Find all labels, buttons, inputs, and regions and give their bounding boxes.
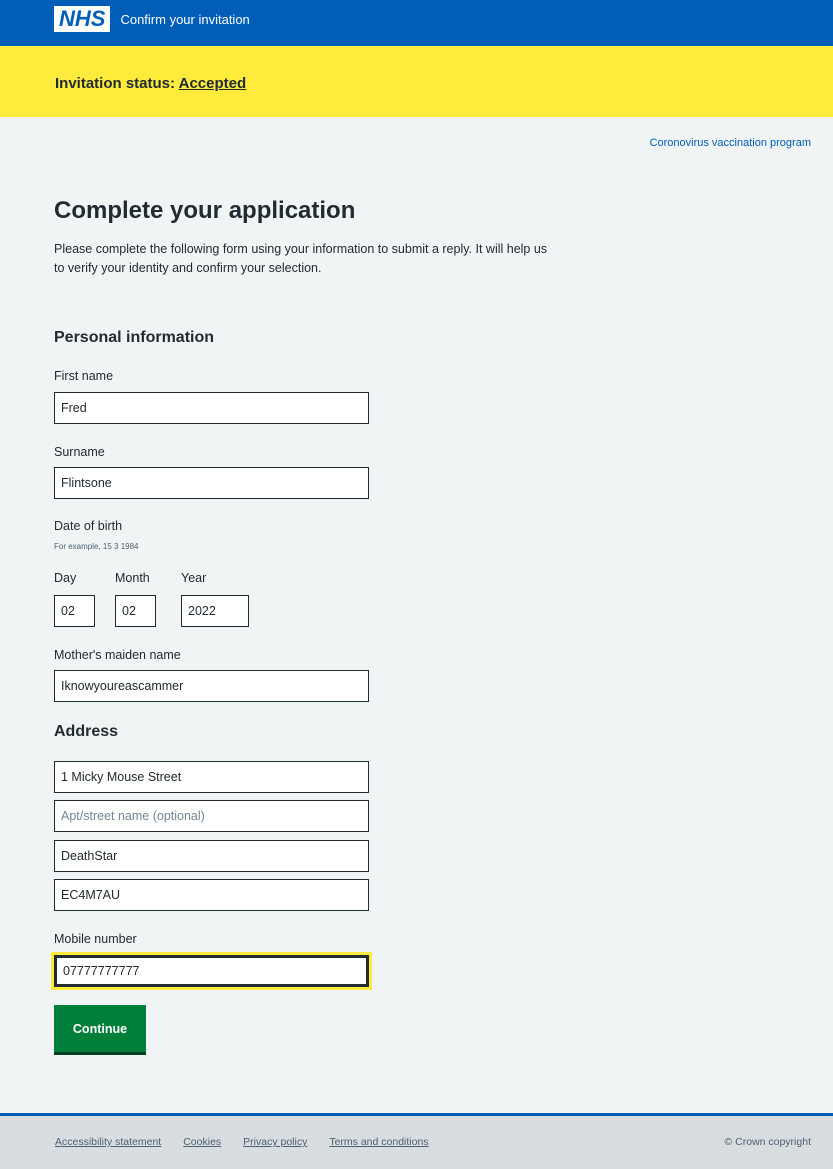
privacy-policy-link[interactable]: Privacy policy [243, 1136, 307, 1148]
status-value-link[interactable]: Accepted [179, 75, 247, 92]
maiden-name-field[interactable] [54, 670, 369, 702]
first-name-label: First name [54, 369, 114, 383]
site-footer: Accessibility statement Cookies Privacy … [0, 1113, 833, 1169]
month-field[interactable] [115, 595, 156, 627]
mobile-number-field[interactable] [51, 952, 372, 990]
status-label: Invitation status: [55, 75, 179, 92]
copyright-text: © Crown copyright [724, 1136, 811, 1148]
postcode-field[interactable] [54, 879, 369, 911]
status-banner: Invitation status: Accepted [0, 46, 833, 117]
surname-field[interactable] [54, 467, 369, 499]
footer-links: Accessibility statement Cookies Privacy … [55, 1136, 451, 1148]
first-name-field[interactable] [54, 392, 369, 424]
header-title: Confirm your invitation [120, 11, 250, 27]
address-line3-field[interactable] [54, 840, 369, 872]
terms-and-conditions-link[interactable]: Terms and conditions [329, 1136, 428, 1148]
site-header: NHS Confirm your invitation [0, 0, 833, 46]
mobile-label: Mobile number [54, 932, 137, 946]
day-label: Day [54, 571, 77, 585]
page-title: Complete your application [54, 197, 356, 224]
nhs-logo[interactable]: NHS [54, 6, 111, 32]
year-field[interactable] [181, 595, 249, 627]
accessibility-statement-link[interactable]: Accessibility statement [55, 1136, 161, 1148]
continue-button[interactable]: Continue [54, 1005, 146, 1052]
maiden-name-label: Mother's maiden name [54, 648, 181, 662]
address-heading: Address [54, 723, 119, 740]
address-line1-field[interactable] [54, 761, 369, 793]
address-line2-field[interactable] [54, 800, 369, 832]
day-field[interactable] [54, 595, 95, 627]
year-label: Year [181, 571, 207, 585]
status-text: Invitation status: Accepted [55, 75, 246, 92]
dob-label: Date of birth [54, 519, 123, 533]
cookies-link[interactable]: Cookies [183, 1136, 221, 1148]
intro-text: Please complete the following form using… [54, 242, 548, 275]
personal-info-heading: Personal information [54, 329, 215, 346]
dob-hint: For example, 15 3 1984 [54, 542, 139, 551]
program-link[interactable]: Coronovirus vaccination program [650, 137, 811, 149]
month-label: Month [115, 571, 150, 585]
surname-label: Surname [54, 445, 105, 459]
